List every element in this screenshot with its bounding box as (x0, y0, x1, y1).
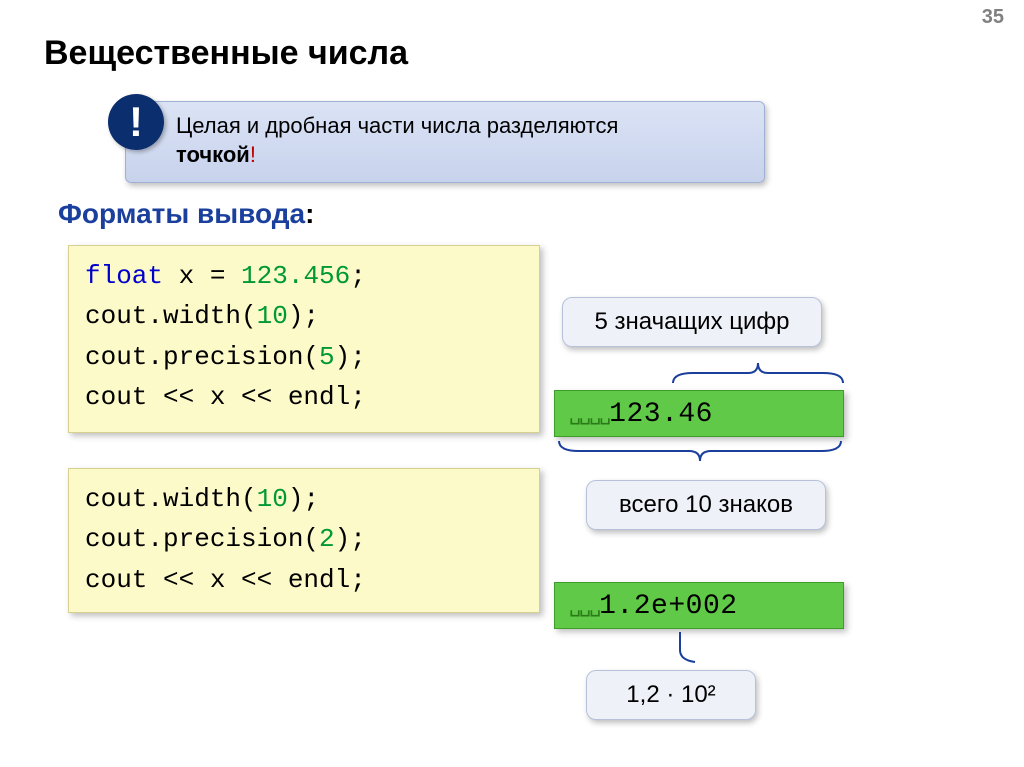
code-block-1: float x = 123.456; cout.width(10); cout.… (68, 245, 540, 433)
code-number: 10 (257, 301, 288, 331)
note-strong: точкой (176, 142, 250, 167)
callout-total-chars: всего 10 знаков (586, 480, 826, 530)
code-text: cout.precision( (85, 342, 319, 372)
code-text: cout.width( (85, 301, 257, 331)
callout-sig-digits: 5 значащих цифр (562, 297, 822, 347)
code-number: 10 (257, 484, 288, 514)
output-spaces: ␣␣␣ (569, 596, 599, 619)
pointer-icon (650, 632, 710, 668)
code-number: 123.456 (241, 261, 350, 291)
output-1: ␣␣␣␣123.46 (554, 390, 844, 437)
code-number: 2 (319, 524, 335, 554)
output-2: ␣␣␣1.2e+002 (554, 582, 844, 629)
slide-title: Вещественные числа (44, 34, 408, 73)
exclamation-badge: ! (108, 94, 164, 150)
code-block-2: cout.width(10); cout.precision(2); cout … (68, 468, 540, 613)
brace-top-icon (668, 358, 848, 388)
subheading-text: Форматы вывода (58, 198, 305, 229)
output-spaces: ␣␣␣␣ (569, 404, 609, 427)
subheading-colon: : (305, 198, 314, 229)
code-text: cout.precision( (85, 524, 319, 554)
note-box: Целая и дробная части числа разделяются … (125, 101, 765, 183)
code-text: ); (335, 524, 366, 554)
page-number: 35 (982, 6, 1004, 29)
brace-bottom-icon (554, 436, 846, 466)
output-value: 123.46 (609, 399, 713, 430)
code-text: ); (288, 301, 319, 331)
note-punct: ! (250, 142, 256, 167)
code-number: 5 (319, 342, 335, 372)
code-text: cout << x << endl; (85, 565, 366, 595)
code-keyword: float (85, 261, 163, 291)
code-text: ); (288, 484, 319, 514)
code-text: cout << x << endl; (85, 382, 366, 412)
code-text: ); (335, 342, 366, 372)
note-text: Целая и дробная части числа разделяются (176, 113, 618, 138)
callout-sci-notation: 1,2 · 10² (586, 670, 756, 720)
code-text: cout.width( (85, 484, 257, 514)
code-text: ; (350, 261, 366, 291)
subheading: Форматы вывода: (58, 198, 314, 230)
code-text: x = (163, 261, 241, 291)
output-value: 1.2e+002 (599, 591, 737, 622)
